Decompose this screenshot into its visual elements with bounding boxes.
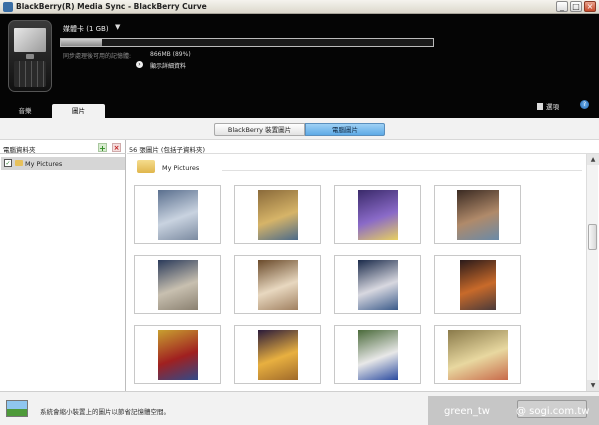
thumbnail-image — [157, 189, 198, 240]
window-title: BlackBerry(R) Media Sync - BlackBerry Cu… — [16, 2, 207, 11]
title-bar: BlackBerry(R) Media Sync - BlackBerry Cu… — [0, 0, 599, 14]
folder-pane-title: 電腦資料夾 — [3, 146, 36, 154]
thumbnail-purple-flower[interactable] — [334, 185, 421, 244]
picture-icon — [6, 400, 28, 417]
chevron-down-icon[interactable]: ▼ — [115, 23, 120, 31]
thumbnail-image — [257, 329, 298, 380]
tab-music[interactable]: 音樂 — [0, 104, 50, 118]
free-space-value: 866MB (89%) — [150, 51, 191, 58]
thumbnail-image — [257, 189, 298, 240]
storage-usage-bar — [60, 38, 434, 47]
thumbnail-image — [447, 329, 508, 380]
scroll-down-icon[interactable]: ▼ — [587, 380, 599, 391]
scrollbar-thumb[interactable] — [588, 224, 597, 250]
thumbnail-image — [257, 259, 298, 310]
remove-folder-icon[interactable]: × — [112, 143, 121, 152]
thumbnail-image — [157, 259, 198, 310]
thumbnail-image — [459, 259, 496, 310]
device-keyboard — [14, 61, 46, 87]
thumbnail-image — [357, 329, 398, 380]
thumbnail-cyclist[interactable] — [134, 325, 221, 384]
thumbnail-abstract-shape[interactable] — [434, 325, 521, 384]
storage-usage-fill — [61, 39, 102, 46]
show-details-link[interactable]: 顯示詳細資料 — [150, 61, 186, 70]
close-button[interactable]: × — [584, 1, 596, 12]
app-icon — [3, 2, 13, 12]
thumbnail-night-street[interactable] — [434, 255, 521, 314]
folder-icon — [15, 160, 23, 166]
device-image — [8, 20, 52, 92]
watermark-site: @ sogi.com.tw — [516, 406, 590, 417]
thumbnail-image — [157, 329, 198, 380]
options-icon — [537, 103, 543, 110]
folder-checkbox[interactable]: ✓ — [4, 159, 12, 167]
thumbnail-street-art[interactable] — [234, 185, 321, 244]
options-label: 選項 — [546, 103, 559, 111]
folder-name: My Pictures — [25, 160, 63, 168]
computer-pictures-toggle[interactable]: 電腦圖片 — [305, 123, 385, 136]
device-header: 媒體卡 (1 GB) ▼ 同步處理後可用的記憶體: 866MB (89%) › … — [0, 14, 599, 118]
maximize-button[interactable]: □ — [570, 1, 582, 12]
minimize-button[interactable]: _ — [556, 1, 568, 12]
folder-pane: 電腦資料夾 + × ✓ My Pictures — [0, 140, 126, 391]
view-toggle-bar: BlackBerry 裝置圖片 電腦圖片 — [0, 118, 599, 140]
thumbnail-shuttle-launch[interactable] — [334, 255, 421, 314]
thumbnail-fjord[interactable] — [434, 185, 521, 244]
watermark-user: green_tw — [444, 406, 490, 417]
status-bar: 系統會縮小裝置上的圖片以節省記憶體空間。 — [0, 391, 599, 425]
picture-count: 56 張圖片 (包括子資料夾) — [129, 146, 205, 154]
thumbnail-image — [357, 259, 398, 310]
device-screen — [14, 28, 46, 52]
pictures-pane: 56 張圖片 (包括子資料夾) My Pictures — [127, 140, 599, 391]
scroll-up-icon[interactable]: ▲ — [587, 154, 599, 165]
folder-pane-header: 電腦資料夾 + × — [0, 142, 126, 154]
thumbnail-image — [456, 189, 499, 240]
thumbnail-soccer[interactable] — [334, 325, 421, 384]
thumbnail-eiffel-tower[interactable] — [234, 325, 321, 384]
blackberry-logo-icon — [26, 54, 34, 59]
sync-memory-label: 同步處理後可用的記憶體: — [63, 53, 132, 60]
folder-group-name: My Pictures — [162, 164, 200, 172]
device-pictures-toggle[interactable]: BlackBerry 裝置圖片 — [214, 123, 305, 136]
help-icon[interactable]: ? — [580, 100, 589, 109]
vertical-scrollbar[interactable]: ▲ ▼ — [586, 154, 599, 391]
status-message: 系統會縮小裝置上的圖片以節省記憶體空間。 — [40, 408, 170, 416]
storage-selector[interactable]: 媒體卡 (1 GB) — [63, 24, 109, 34]
thumbnail-boat-in-bay[interactable] — [134, 185, 221, 244]
folder-group-divider — [222, 170, 582, 171]
thumbnail-desert-dunes[interactable] — [134, 255, 221, 314]
thumbnail-shells[interactable] — [234, 255, 321, 314]
folder-icon — [137, 160, 155, 173]
thumbnail-image — [357, 189, 398, 240]
show-details-icon[interactable]: › — [136, 61, 143, 68]
pictures-pane-header: 56 張圖片 (包括子資料夾) — [127, 142, 599, 154]
folder-item[interactable]: ✓ My Pictures — [1, 157, 125, 170]
tab-pictures[interactable]: 圖片 — [52, 104, 105, 118]
options-button[interactable]: 選項 — [537, 101, 559, 111]
add-folder-icon[interactable]: + — [98, 143, 107, 153]
